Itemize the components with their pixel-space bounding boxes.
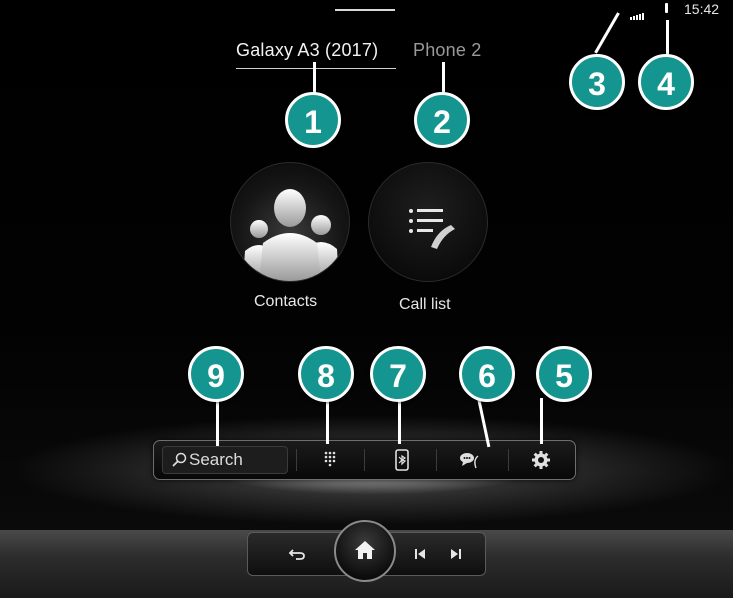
phone-sync-button[interactable]: [390, 448, 414, 472]
search-label: Search: [189, 450, 243, 469]
settings-button[interactable]: [529, 448, 553, 472]
callout-leader: [540, 398, 543, 444]
callout-leader: [216, 398, 219, 446]
callout-2: 2: [414, 92, 470, 148]
back-icon[interactable]: [288, 545, 306, 563]
callout-7: 7: [370, 346, 426, 402]
callout-leader: [666, 20, 669, 58]
next-icon[interactable]: [447, 545, 465, 563]
phone-screen: 15:42 Galaxy A3 (2017) Phone 2 Contacts: [0, 0, 733, 530]
callout-6: 6: [459, 346, 515, 402]
callout-3: 3: [569, 54, 625, 110]
contacts-icon: [243, 189, 339, 281]
search-button[interactable]: Search: [162, 446, 288, 474]
callout-4: 4: [638, 54, 694, 110]
home-icon: [355, 541, 375, 559]
keypad-icon: [324, 451, 336, 467]
phone-toolbar: Search: [153, 440, 576, 480]
phone-sync-icon: [395, 449, 409, 471]
callout-9: 9: [188, 346, 244, 402]
keypad-button[interactable]: [318, 448, 342, 472]
settings-icon: [532, 451, 550, 469]
callout-5: 5: [536, 346, 592, 402]
divider: [508, 449, 509, 471]
callout-1: 1: [285, 92, 341, 148]
divider: [296, 449, 297, 471]
messages-icon: [460, 453, 479, 469]
bottom-control-bar: [0, 520, 733, 598]
signal-icon: [630, 4, 645, 20]
search-icon: [172, 452, 187, 467]
messages-button[interactable]: [458, 448, 482, 472]
status-time: 15:42: [684, 1, 720, 17]
callout-leader: [398, 398, 401, 444]
call-list-label: Call list: [399, 296, 451, 313]
call-list-icon: [409, 209, 455, 249]
divider: [364, 449, 365, 471]
callout-leader: [594, 12, 620, 54]
tab-phone-active[interactable]: Galaxy A3 (2017): [236, 40, 396, 69]
divider: [436, 449, 437, 471]
contacts-label: Contacts: [254, 293, 318, 310]
battery-icon: [665, 3, 668, 13]
pull-down-handle[interactable]: [335, 9, 395, 11]
contacts-button[interactable]: [230, 162, 350, 282]
home-button[interactable]: [334, 520, 396, 582]
callout-8: 8: [298, 346, 354, 402]
callout-leader: [326, 398, 329, 444]
tab-phone-2[interactable]: Phone 2: [413, 40, 481, 61]
call-list-button[interactable]: [368, 162, 488, 282]
previous-icon[interactable]: [411, 545, 429, 563]
